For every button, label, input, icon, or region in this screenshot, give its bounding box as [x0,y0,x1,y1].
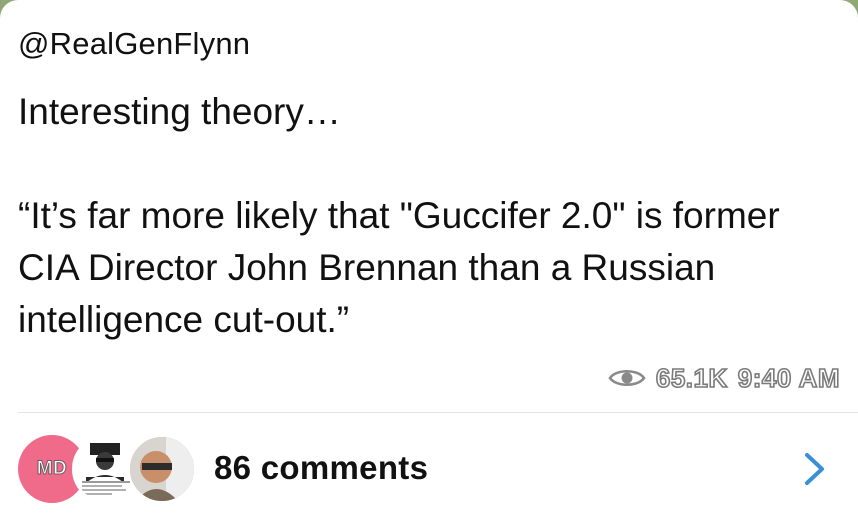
commenter-avatars: MD [18,435,196,505]
message-meta: 65.1K 9:40 AM [608,360,840,396]
chevron-right-icon[interactable] [802,451,828,487]
avatar-image [130,437,194,501]
comments-count[interactable]: 86 comments [214,449,428,487]
message-text: Interesting theory… “It’s far more likel… [18,91,780,340]
avatar [128,435,196,503]
eye-icon [608,369,646,387]
message-card: @RealGenFlynn Interesting theory… “It’s … [0,0,858,518]
timestamp: 9:40 AM [737,362,840,394]
author-name[interactable]: @RealGenFlynn [18,26,250,62]
avatar-initials: MD [36,458,68,480]
comments-row[interactable]: MD 86 comments [0,413,858,518]
view-count: 65.1K [655,362,728,394]
